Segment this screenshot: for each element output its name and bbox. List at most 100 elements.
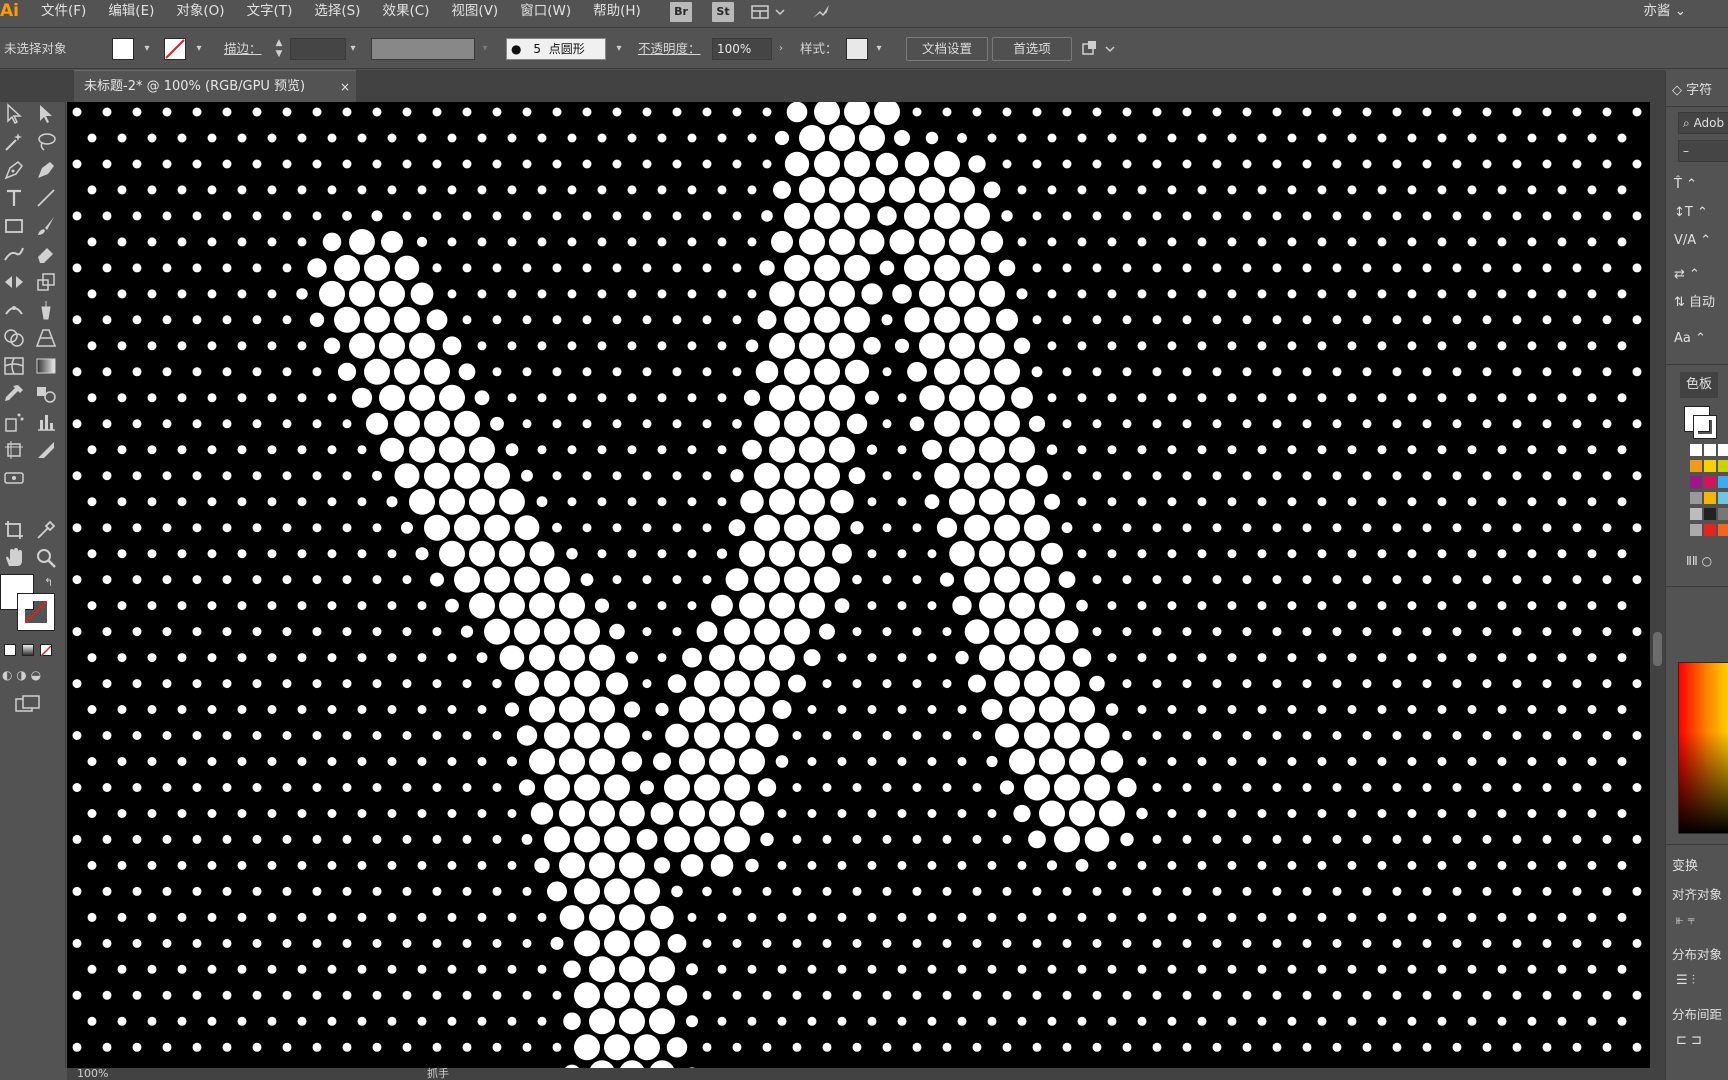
swatch-orange[interactable] xyxy=(1690,460,1702,472)
chevron-down-icon[interactable]: ▾ xyxy=(612,38,626,60)
curvature-icon[interactable] xyxy=(34,158,58,182)
auto-leading-row[interactable]: ⇅ 自动 xyxy=(1674,292,1715,314)
swatch-red[interactable] xyxy=(1704,524,1716,536)
align-left-icon[interactable]: ⫦ ⫧ xyxy=(1676,910,1695,932)
leading-icon[interactable]: ↕T ⌃ xyxy=(1674,202,1708,224)
direct-selection-icon[interactable] xyxy=(34,102,58,126)
swatch-cyan[interactable] xyxy=(1718,492,1728,504)
zoom-level[interactable]: 100% xyxy=(77,1068,108,1080)
swatches-panel-tab[interactable]: 色板 xyxy=(1680,372,1719,398)
stroke-color-box[interactable] xyxy=(17,593,55,631)
type-icon[interactable] xyxy=(2,186,26,210)
bridge-button[interactable]: Br xyxy=(670,2,692,22)
hand-icon[interactable] xyxy=(2,546,26,570)
scrollbar-thumb[interactable] xyxy=(1653,632,1662,666)
vertical-scrollbar[interactable] xyxy=(1650,102,1665,1068)
swatch-yellow[interactable] xyxy=(1704,460,1716,472)
menu-view[interactable]: 视图(V) xyxy=(440,0,509,24)
paintbrush-icon[interactable] xyxy=(34,214,58,238)
pen-icon[interactable] xyxy=(2,158,26,182)
baseline-shift-icon[interactable]: Aa ⌃ xyxy=(1674,328,1706,350)
distribute-spacing-icon[interactable]: ⊏ ⊐ xyxy=(1676,1030,1702,1052)
none-mode-icon[interactable] xyxy=(40,644,52,657)
swatch-blue[interactable] xyxy=(1718,476,1728,488)
opacity-label[interactable]: 不透明度： xyxy=(638,38,701,60)
stroke-weight-input[interactable] xyxy=(290,38,346,60)
swap-colors-icon[interactable]: ↰ xyxy=(44,576,53,589)
draw-mode-icon[interactable]: ◐ ◑ ◒ xyxy=(2,668,41,682)
kerning-icon[interactable]: V/A ⌃ xyxy=(1674,230,1711,252)
selection-icon[interactable] xyxy=(2,102,26,126)
column-graph-icon[interactable] xyxy=(34,410,58,434)
gradient-icon[interactable] xyxy=(34,354,58,378)
swatch-gray[interactable] xyxy=(1690,492,1702,504)
document-tab[interactable]: 未标题-2* @ 100% (RGB/GPU 预览) × xyxy=(74,70,356,102)
rotate-icon[interactable] xyxy=(2,270,26,294)
swatch-white[interactable] xyxy=(1718,444,1728,456)
document-setup-button[interactable]: 文档设置 xyxy=(906,37,988,61)
mesh-icon[interactable] xyxy=(2,354,26,378)
swatch-red-orange[interactable] xyxy=(1718,524,1728,536)
font-family-input[interactable]: ⌕ Adob xyxy=(1678,112,1728,134)
swatch-stroke-icon[interactable] xyxy=(1693,415,1717,439)
stroke-label[interactable]: 描边： xyxy=(224,38,262,60)
opacity-input[interactable]: 100% xyxy=(712,38,772,60)
rectangle-icon[interactable] xyxy=(2,214,26,238)
menu-object[interactable]: 对象(O) xyxy=(165,0,235,24)
swatch-black[interactable] xyxy=(1704,508,1716,520)
stock-button[interactable]: St xyxy=(712,2,734,22)
scale-icon[interactable] xyxy=(34,270,58,294)
swatch-none[interactable] xyxy=(1690,444,1702,456)
align-options-icon[interactable] xyxy=(1080,40,1120,58)
eraser-icon[interactable] xyxy=(34,242,58,266)
swatch-silver[interactable] xyxy=(1690,524,1702,536)
artboard-crop-icon[interactable] xyxy=(2,518,26,542)
blend-icon[interactable] xyxy=(34,382,58,406)
workspace-switcher[interactable]: 亦酱 ⌄ xyxy=(1643,0,1686,22)
brush-definition[interactable]: ● 5 点圆形 xyxy=(506,38,606,60)
symbol-sprayer-icon[interactable] xyxy=(2,410,26,434)
menu-select[interactable]: 选择(S) xyxy=(303,0,371,24)
swatch-mid-gray[interactable] xyxy=(1718,508,1728,520)
stroke-swatch[interactable] xyxy=(164,38,186,60)
zoom-icon[interactable] xyxy=(34,546,58,570)
swatch-purple[interactable] xyxy=(1690,476,1702,488)
preferences-button[interactable]: 首选项 xyxy=(992,37,1072,61)
chevron-down-icon[interactable]: ▾ xyxy=(192,38,206,60)
transform-panel-tab[interactable]: 变换 xyxy=(1672,854,1698,880)
swatch-light-gray[interactable] xyxy=(1690,508,1702,520)
close-icon[interactable]: × xyxy=(340,71,350,103)
gpu-performance-icon[interactable] xyxy=(810,2,832,22)
menu-help[interactable]: 帮助(H) xyxy=(582,0,652,24)
eyedropper-icon[interactable] xyxy=(2,382,26,406)
chevron-down-icon[interactable]: ▾ xyxy=(872,38,886,60)
puppet-warp-icon[interactable] xyxy=(34,298,58,322)
arrange-documents-icon[interactable] xyxy=(750,3,790,21)
swatch-lime[interactable] xyxy=(1718,460,1728,472)
variable-width-profile[interactable] xyxy=(371,38,475,60)
shape-builder-icon[interactable] xyxy=(2,326,26,350)
screen-mode-icon[interactable] xyxy=(14,694,42,714)
swatch-registration[interactable] xyxy=(1704,444,1716,456)
gradient-mode-icon[interactable] xyxy=(22,644,34,656)
artboard-icon[interactable] xyxy=(2,438,26,462)
menu-file[interactable]: 文件(F) xyxy=(30,0,97,24)
swatch-gold[interactable] xyxy=(1704,492,1716,504)
stroke-stepper[interactable]: ▲ ▼ xyxy=(272,38,286,60)
menu-effect[interactable]: 效果(C) xyxy=(371,0,440,24)
graphic-style-swatch[interactable] xyxy=(846,38,868,60)
artboard-canvas[interactable] xyxy=(67,102,1650,1068)
menu-window[interactable]: 窗口(W) xyxy=(509,0,582,24)
chevron-down-icon[interactable]: ▾ xyxy=(478,38,492,60)
swatch-library-icon[interactable]: ⅡⅡ ○ xyxy=(1686,550,1712,572)
width-icon[interactable] xyxy=(2,298,26,322)
slice-icon[interactable] xyxy=(34,438,58,462)
magic-wand-icon[interactable] xyxy=(2,130,26,154)
font-size-icon[interactable]: T̂ ⌃ xyxy=(1674,174,1697,196)
font-style-input[interactable]: – xyxy=(1678,140,1728,162)
distribute-top-icon[interactable]: ☰ ⫶ xyxy=(1676,970,1695,992)
character-panel-tab[interactable]: ◇ 字符 xyxy=(1672,78,1712,104)
menu-edit[interactable]: 编辑(E) xyxy=(97,0,165,24)
lasso-icon[interactable] xyxy=(34,130,58,154)
swatch-magenta[interactable] xyxy=(1704,476,1716,488)
